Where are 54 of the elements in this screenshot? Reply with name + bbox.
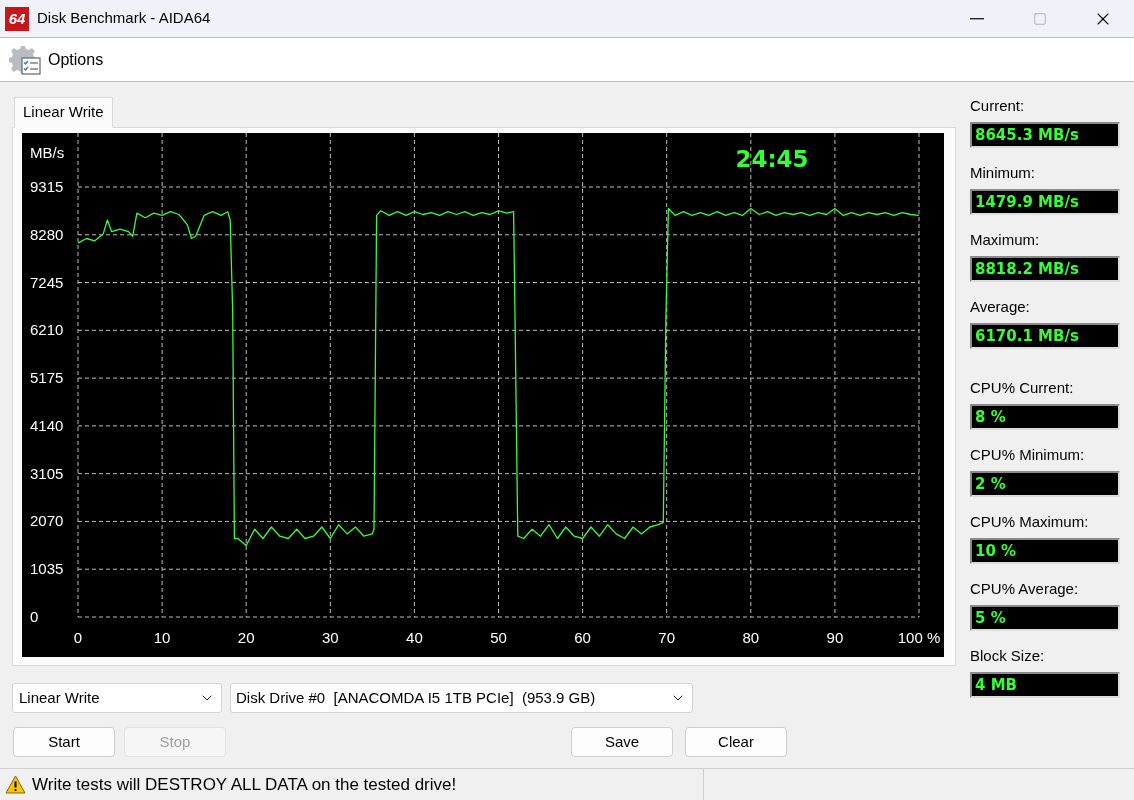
reading-label: CPU% Maximum: <box>970 513 1090 531</box>
tab[interactable]: Linear Write <box>14 97 113 128</box>
reading-label: Average: <box>970 298 1031 316</box>
axis-tick-label: 60 <box>574 629 591 646</box>
toolbar-button[interactable]: Options <box>9 41 108 78</box>
reading-value: 6170.1 MB/s <box>970 323 1120 349</box>
axis-tick-label: 1035 <box>30 560 64 578</box>
axis-tick-label: 5175 <box>30 369 64 387</box>
axis-tick-label: 8280 <box>30 225 64 243</box>
push-button[interactable]: Clear <box>685 727 787 757</box>
reading-label: CPU% Minimum: <box>970 446 1086 464</box>
axis-tick-label: 70 <box>658 629 676 646</box>
reading-value: 5 % <box>970 605 1120 631</box>
minimize-icon <box>969 17 984 20</box>
reading-value: 8818.2 MB/s <box>970 256 1120 282</box>
axis-tick-label: 30 <box>321 629 339 646</box>
reading-label: Current: <box>970 97 1026 115</box>
axis-tick-label: 4140 <box>30 416 64 434</box>
reading-value: 2 % <box>970 471 1120 497</box>
drive-select[interactable]: Disk Drive #0 [ANACOMDA I5 1TB PCIe] (953.9 GB) <box>230 683 693 713</box>
reading-label: CPU% Average: <box>970 580 1080 598</box>
axis-tick-label: 20 <box>237 629 255 646</box>
reading-value: 10 % <box>970 538 1120 564</box>
test-select[interactable]: Linear Write <box>12 683 222 713</box>
axis-tick-label: 9315 <box>30 178 64 195</box>
axis-tick-label: 0 <box>73 629 83 646</box>
axis-tick-label: 2070 <box>30 512 64 530</box>
axis-tick-label: 80 <box>742 629 760 646</box>
axis-tick-label: 100 % <box>897 629 941 646</box>
maximize-icon <box>1032 11 1047 26</box>
reading-label: Maximum: <box>970 231 1041 249</box>
axis-tick-label: 0 <box>30 608 39 625</box>
axis-tick-label: 3105 <box>30 464 64 482</box>
elapsed-time: 24:45 <box>735 146 809 172</box>
reading-value: 1479.9 MB/s <box>970 189 1120 215</box>
axis-tick-label: 90 <box>826 629 844 646</box>
axis-tick-label: 50 <box>490 629 507 646</box>
warning-icon <box>5 775 26 794</box>
reading-label: Minimum: <box>970 164 1036 182</box>
axis-title: MB/s <box>30 144 65 161</box>
reading-value: 8 % <box>970 404 1120 430</box>
app-logo: 64 <box>5 6 29 31</box>
reading-value: 8645.3 MB/s <box>970 122 1120 148</box>
push-button[interactable]: Start <box>13 727 115 757</box>
axis-tick-label: 10 <box>153 629 171 646</box>
axis-tick-label: 7245 <box>30 273 64 291</box>
window-title: Disk Benchmark - AIDA64 <box>37 8 211 29</box>
reading-label: Block Size: <box>970 647 1046 665</box>
axis-tick-label: 6210 <box>30 321 64 339</box>
status-message: Write tests will DESTROY ALL DATA on the tested drive! <box>32 773 458 796</box>
reading-value: 4 MB <box>970 672 1120 698</box>
push-button[interactable]: Save <box>571 727 673 757</box>
reading-label: CPU% Current: <box>970 379 1075 397</box>
axis-tick-label: 40 <box>406 629 423 646</box>
